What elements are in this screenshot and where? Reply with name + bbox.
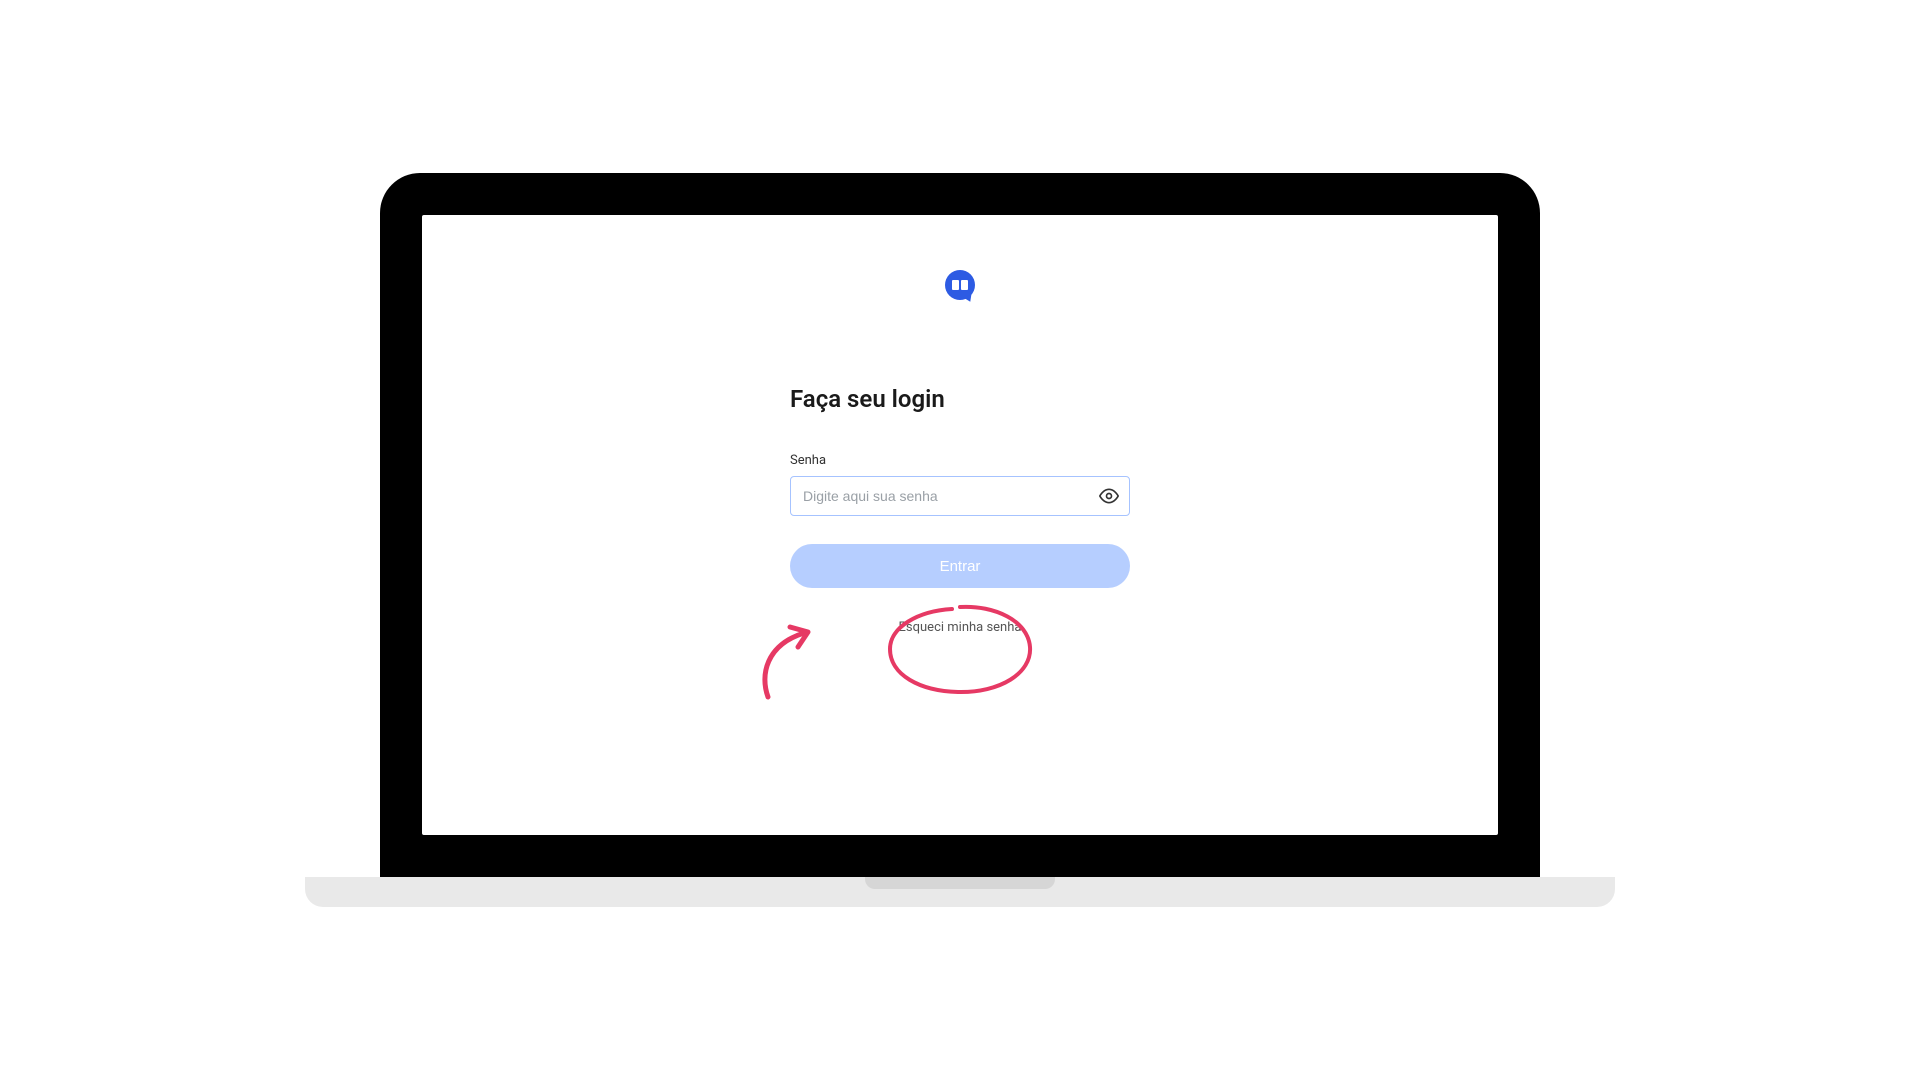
login-heading: Faça seu login (790, 385, 945, 413)
chat-book-icon (945, 270, 975, 300)
password-label: Senha (790, 453, 826, 468)
laptop-base (305, 877, 1615, 907)
password-input[interactable] (790, 476, 1130, 516)
laptop-mockup: Faça seu login Senha Entrar Esqueci minh… (380, 173, 1540, 907)
toggle-password-visibility[interactable] (1098, 485, 1120, 507)
submit-button[interactable]: Entrar (790, 544, 1130, 588)
password-input-row (790, 476, 1130, 516)
forgot-password-link[interactable]: Esqueci minha senha (899, 620, 1022, 635)
app-logo (945, 270, 975, 300)
laptop-hinge-notch (865, 877, 1055, 889)
login-form: Faça seu login Senha Entrar Esqueci minh… (790, 270, 1130, 635)
screen: Faça seu login Senha Entrar Esqueci minh… (422, 215, 1498, 835)
eye-icon (1099, 486, 1119, 506)
laptop-bezel: Faça seu login Senha Entrar Esqueci minh… (380, 173, 1540, 877)
